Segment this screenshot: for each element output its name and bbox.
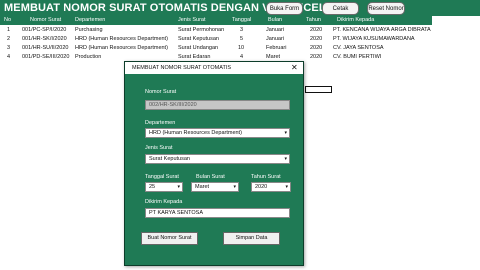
table-cell: 001/PD-SE/III/2020 <box>22 54 70 60</box>
table-cell: 4 <box>7 54 11 60</box>
table-cell: 2020 <box>310 54 323 60</box>
jenis-surat-label: Jenis Surat <box>145 145 173 151</box>
table-cell: Surat Undangan <box>178 45 219 51</box>
departemen-select[interactable]: HRD (Human Resources Department) ▾ <box>145 128 290 138</box>
table-cell: Production <box>75 54 102 60</box>
header-no: No <box>4 17 12 23</box>
header-nomor-surat: Nomor Surat <box>30 17 62 23</box>
header-tahun: Tahun <box>306 17 321 23</box>
bulan-surat-label: Bulan Surat <box>196 174 225 180</box>
header-departemen: Departemen <box>75 17 106 23</box>
simpan-data-button[interactable]: Simpan Data <box>223 232 280 245</box>
table-cell: 5 <box>240 36 244 42</box>
table-cell: 3 <box>240 27 244 33</box>
table-cell: Januari <box>266 27 285 33</box>
chevron-down-icon[interactable]: ▾ <box>284 129 287 137</box>
tahun-surat-value: 2020 <box>255 184 268 190</box>
tahun-surat-label: Tahun Surat <box>251 174 281 180</box>
cetak-button[interactable]: Cetak <box>322 2 359 15</box>
table-cell: 2020 <box>310 45 323 51</box>
chevron-down-icon[interactable]: ▾ <box>177 183 180 191</box>
table-cell: PT. WIJAYA KUSUMAWARDANA <box>333 36 415 42</box>
table-cell: 4 <box>240 54 244 60</box>
tanggal-surat-select[interactable]: 25 ▾ <box>145 182 183 192</box>
tanggal-surat-label: Tanggal Surat <box>145 174 179 180</box>
table-cell: Surat Permohonan <box>178 27 225 33</box>
table-cell: Purchasing <box>75 27 103 33</box>
table-cell: HRD (Human Resources Department) <box>75 45 168 51</box>
tanggal-surat-value: 25 <box>149 184 156 190</box>
table-cell: 001/HR-SK/I/2020 <box>22 36 67 42</box>
buat-nomor-surat-button[interactable]: Buat Nomor Surat <box>141 232 198 245</box>
table-cell: 1 <box>7 27 11 33</box>
nomor-surat-label: Nomor Surat <box>145 89 177 95</box>
nomor-surat-field[interactable]: 002/HR-SK/III/2020 <box>145 100 290 110</box>
chevron-down-icon[interactable]: ▾ <box>285 183 288 191</box>
table-cell: CV. BUMI PERTIWI <box>333 54 382 60</box>
table-cell: Februari <box>266 45 287 51</box>
table-cell: Surat Keputusan <box>178 36 219 42</box>
selected-cell[interactable] <box>305 86 332 93</box>
bulan-surat-value: Maret <box>195 184 210 190</box>
tahun-surat-select[interactable]: 2020 ▾ <box>251 182 291 192</box>
dikirim-kepada-field[interactable]: PT KARYA SENTOSA <box>145 208 290 218</box>
bulan-surat-select[interactable]: Maret ▾ <box>191 182 239 192</box>
reset-nomor-button[interactable]: Reset Nomor <box>367 2 405 15</box>
table-cell: 2 <box>7 36 11 42</box>
departemen-value: HRD (Human Resources Department) <box>149 130 242 136</box>
userform-dialog: MEMBUAT NOMOR SURAT OTOMATIS ✕ Nomor Sur… <box>124 61 304 266</box>
dikirim-kepada-label: Dikirim Kepada <box>145 199 183 205</box>
table-cell: PT. KENCANA WIJAYA ARGA DIBRATA <box>333 27 431 33</box>
chevron-down-icon[interactable]: ▾ <box>233 183 236 191</box>
table-cell: Maret <box>266 54 281 60</box>
table-cell: Januari <box>266 36 285 42</box>
close-icon[interactable]: ✕ <box>291 63 298 73</box>
table-cell: 3 <box>7 45 11 51</box>
table-cell: 001/PC-SP/I/2020 <box>22 27 67 33</box>
jenis-surat-value: Surat Keputusan <box>149 156 190 162</box>
table-cell: Surat Edaran <box>178 54 211 60</box>
buka-form-button[interactable]: Buka Form <box>266 2 303 15</box>
header-bulan: Bulan <box>268 17 283 23</box>
table-cell: HRD (Human Resources Department) <box>75 36 168 42</box>
table-cell: 001/HR-SU/II/2020 <box>22 45 69 51</box>
header-tanggal: Tanggal <box>232 17 252 23</box>
table-cell: 2020 <box>310 27 323 33</box>
dialog-title: MEMBUAT NOMOR SURAT OTOMATIS <box>132 65 232 71</box>
table-cell: 10 <box>238 45 245 51</box>
table-cell: 2020 <box>310 36 323 42</box>
header-jenis-surat: Jenis Surat <box>178 17 206 23</box>
chevron-down-icon[interactable]: ▾ <box>284 155 287 163</box>
jenis-surat-select[interactable]: Surat Keputusan ▾ <box>145 154 290 164</box>
departemen-label: Departemen <box>145 120 176 126</box>
header-dikirim-kepada: Dikirim Kepada <box>337 17 375 23</box>
table-cell: CV. JAYA SENTOSA <box>333 45 384 51</box>
